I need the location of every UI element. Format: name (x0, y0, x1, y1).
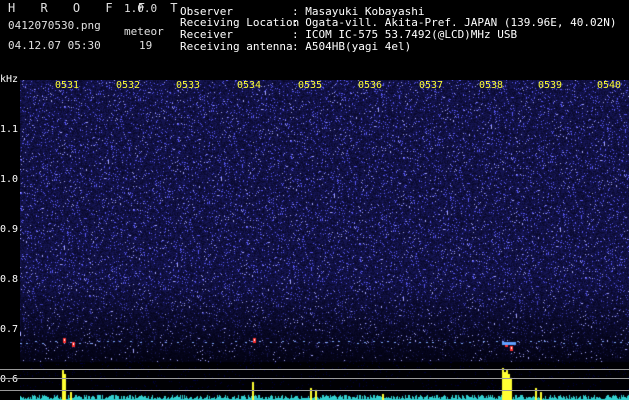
antenna-value: : A504HB(yagi 4el) (292, 40, 412, 53)
y-tick-1.0: 1.0 (0, 174, 19, 185)
x-tick-0536: 0536 (358, 80, 383, 91)
spectrogram-plot (20, 80, 629, 400)
app-title: H R O F F T (8, 1, 187, 15)
x-tick-0532: 0532 (116, 80, 141, 91)
hrofft-window: H R O F F T 1.0.0 0412070530.png meteor … (0, 0, 629, 400)
x-tick-0538: 0538 (479, 80, 504, 91)
meteor-count: 19 (139, 39, 153, 52)
x-tick-0535: 0535 (298, 80, 323, 91)
x-tick-0539: 0539 (538, 80, 563, 91)
threshold-line-lower (0, 390, 629, 391)
x-tick-0537: 0537 (419, 80, 444, 91)
meteor-label: meteor (124, 25, 164, 38)
file-name: 0412070530.png (8, 19, 101, 32)
threshold-line-upper (0, 369, 629, 370)
y-tick-0.8: 0.8 (0, 274, 19, 285)
y-axis-unit: kHz (0, 74, 19, 85)
date-time: 04.12.07 05:30 (8, 39, 101, 52)
x-tick-0540: 0540 (597, 80, 622, 91)
antenna-label: Receiving antenna (180, 40, 293, 53)
y-tick-0.9: 0.9 (0, 224, 19, 235)
y-tick-1.1: 1.1 (0, 124, 19, 135)
app-version: 1.0.0 (124, 2, 158, 15)
x-tick-0533: 0533 (176, 80, 201, 91)
x-tick-0531: 0531 (55, 80, 80, 91)
x-tick-0534: 0534 (237, 80, 262, 91)
y-tick-0.6: 0.6 (0, 374, 19, 385)
threshold-line-middle (0, 378, 629, 379)
y-tick-0.7: 0.7 (0, 324, 19, 335)
